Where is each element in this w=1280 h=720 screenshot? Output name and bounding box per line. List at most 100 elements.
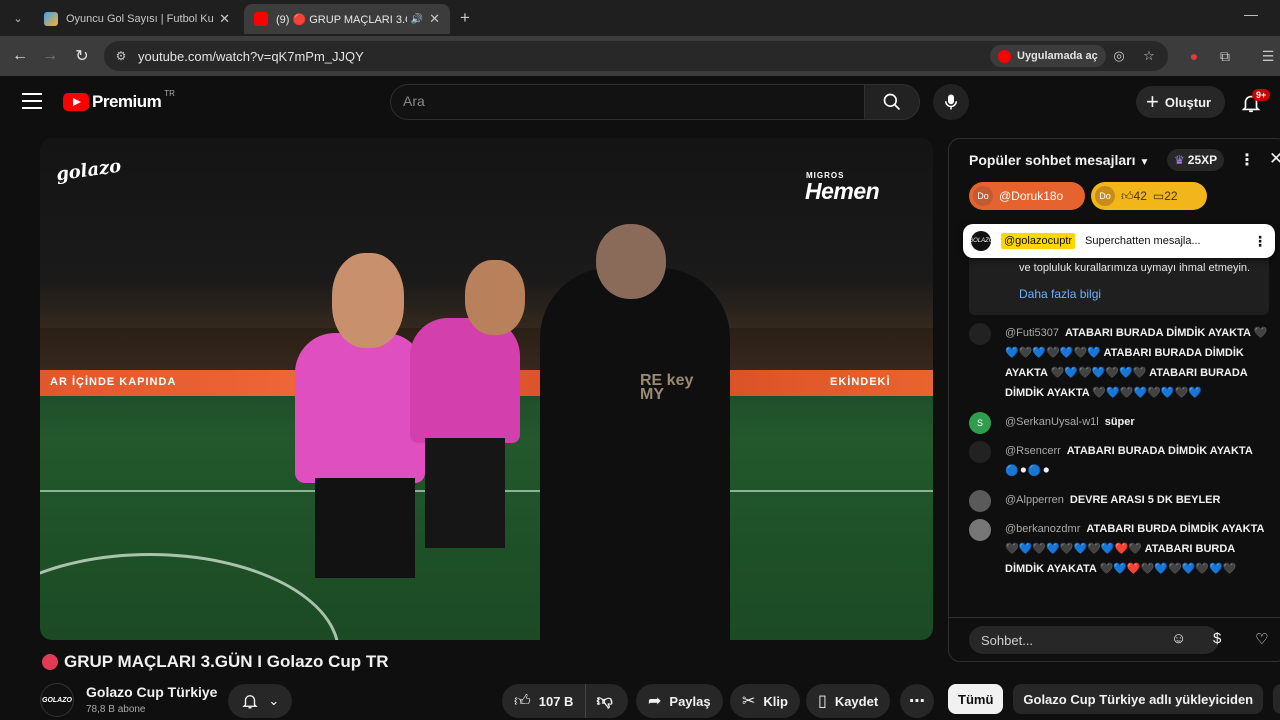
xp-badge[interactable]: ♛ 25XP: [1167, 149, 1225, 171]
bookmark-icon: ▯: [818, 693, 827, 710]
crown-icon: ♛: [1174, 153, 1185, 167]
chat-menu-kebab-icon[interactable]: ⋮: [1239, 150, 1255, 170]
search-icon: [883, 93, 901, 111]
related-filter-chips: Tümü Golazo Cup Türkiye adlı yükleyicide…: [948, 684, 1280, 714]
message-author[interactable]: @Alpperren: [1005, 494, 1064, 506]
notice-text: ve topluluk kurallarımıza uymayı ihmal e…: [1019, 262, 1251, 274]
live-red-dot-icon: [42, 654, 58, 670]
pinned-kebab-icon[interactable]: ⋮: [1253, 233, 1267, 250]
side-panel-icon[interactable]: ☰: [1258, 46, 1278, 66]
minimize-icon[interactable]: —: [1244, 6, 1258, 22]
tab-title: Oyuncu Gol Sayısı | Futbol Kulü: [66, 13, 214, 25]
channel-avatar[interactable]: GOLAZO: [40, 683, 74, 717]
user-avatar[interactable]: [969, 441, 991, 463]
chat-message: @Rsencerr ATABARI BURADA DİMDİK AYAKTA 🔵⚫…: [969, 441, 1269, 481]
chip-all[interactable]: Tümü: [948, 684, 1004, 714]
channel-name[interactable]: Golazo Cup Türkiye: [86, 684, 217, 700]
create-label: Oluştur: [1164, 94, 1212, 110]
dislike-button[interactable]: 👎︎: [586, 684, 622, 718]
chat-ticker-row: Do @Doruk18o Do 👍︎ 42 ▭ 22: [969, 182, 1207, 210]
pinned-text: Superchatten mesajla...: [1085, 235, 1201, 247]
user-avatar[interactable]: [969, 323, 991, 345]
message-text: DEVRE ARASI 5 DK BEYLER: [1069, 494, 1221, 506]
menu-hamburger-icon[interactable]: [22, 93, 42, 109]
message-text: süper: [1104, 416, 1135, 428]
coach-head: [596, 224, 666, 299]
like-button[interactable]: 👍︎ 107 B: [502, 684, 587, 718]
tab-search-chevron-icon[interactable]: ⌄: [8, 8, 28, 28]
ticker-avatar: Do: [973, 186, 993, 206]
chat-message: S @SerkanUysal-w1l süper: [969, 412, 1269, 434]
bookmark-star-icon[interactable]: ☆: [1140, 47, 1158, 65]
message-author[interactable]: @berkanozdmr: [1005, 523, 1080, 535]
golazo-watermark-logo: golazo: [54, 155, 123, 186]
super-chat-dollar-icon[interactable]: $: [1213, 630, 1221, 647]
youtube-favicon: [254, 12, 268, 26]
video-player[interactable]: AR İÇİNDE KAPINDA EKİNDEKİ RE key MY gol…: [40, 138, 933, 640]
back-arrow-icon[interactable]: ←: [8, 44, 32, 68]
youtube-app-icon: [998, 49, 1011, 63]
ticker-comments: 22: [1164, 189, 1178, 203]
audio-playing-icon[interactable]: 🔊: [411, 14, 423, 25]
ad-board-text-right: EKİNDEKİ: [830, 376, 891, 388]
voice-search-button[interactable]: [933, 84, 969, 120]
new-tab-icon[interactable]: +: [460, 8, 470, 28]
url-text[interactable]: youtube.com/watch?v=qK7mPm_JJQY: [138, 49, 364, 64]
address-bar[interactable]: ⚙ youtube.com/watch?v=qK7mPm_JJQY Uygula…: [104, 41, 1168, 71]
open-in-app-button[interactable]: Uygulamada aç: [990, 45, 1106, 67]
browser-tab-1[interactable]: Oyuncu Gol Sayısı | Futbol Kulü ✕: [34, 4, 240, 34]
search-input[interactable]: [403, 93, 843, 109]
close-chat-icon[interactable]: ✕: [1269, 149, 1280, 169]
user-avatar[interactable]: [969, 519, 991, 541]
pinned-message-banner[interactable]: GOLAZO @golazocuptr Superchatten mesajla…: [963, 224, 1275, 258]
like-count: 107 B: [538, 693, 574, 709]
comment-icon: ▭: [1152, 189, 1165, 203]
microphone-icon: [945, 94, 957, 110]
message-author[interactable]: @Rsencerr: [1005, 445, 1061, 457]
extension-red-icon[interactable]: ●: [1184, 46, 1204, 66]
user-avatar[interactable]: S: [969, 412, 991, 434]
browser-tab-2-active[interactable]: (9) 🔴 GRUP MAÇLARI 3.GÜ 🔊 ✕: [244, 4, 450, 34]
logo-wordmark: Premium: [92, 92, 162, 111]
more-actions-icon[interactable]: ⋯: [900, 684, 934, 718]
pinned-author[interactable]: @golazocuptr: [1001, 233, 1076, 249]
reload-icon[interactable]: ↻: [70, 44, 94, 68]
ticker-item[interactable]: Do 👍︎ 42 ▭ 22: [1091, 182, 1207, 210]
ticker-item[interactable]: Do @Doruk18o: [969, 182, 1085, 210]
chip-uploader[interactable]: Golazo Cup Türkiye adlı yükleyiciden: [1013, 684, 1264, 714]
ticker-likes: 42: [1133, 189, 1147, 203]
user-avatar[interactable]: [969, 490, 991, 512]
site-settings-icon[interactable]: ⚙: [112, 47, 130, 65]
hoodie-print: RE key MY: [640, 372, 694, 403]
eye-off-icon[interactable]: ◎: [1110, 47, 1128, 65]
chat-messages: @Futi5307 ATABARI BURADA DİMDİK AYAKTA 🖤💙…: [969, 323, 1269, 588]
message-author[interactable]: @Futi5307: [1005, 327, 1059, 339]
search-button[interactable]: [864, 84, 920, 120]
chip-more[interactable]: D: [1273, 684, 1280, 714]
referee-right-head: [465, 260, 525, 335]
thumbs-up-icon: 👍︎: [514, 692, 531, 710]
country-code: TR: [164, 88, 175, 98]
create-button[interactable]: + Oluştur: [1136, 86, 1226, 118]
save-button[interactable]: ▯ Kaydet: [806, 684, 891, 718]
youtube-premium-logo[interactable]: Premium TR: [63, 88, 175, 112]
heart-icon[interactable]: ♡: [1255, 630, 1268, 648]
clip-button[interactable]: ✂ Klip: [730, 684, 800, 718]
referee-right-shorts: [425, 438, 505, 548]
learn-more-link[interactable]: Daha fazla bilgi: [1019, 287, 1101, 301]
share-button[interactable]: ➦ Paylaş: [636, 684, 723, 718]
share-arrow-icon: ➦: [648, 693, 662, 710]
message-author[interactable]: @SerkanUysal-w1l: [1005, 416, 1099, 428]
close-tab-icon[interactable]: ✕: [429, 11, 440, 27]
subscription-bell-button[interactable]: ⌄: [228, 684, 292, 718]
forward-arrow-icon[interactable]: →: [38, 44, 62, 68]
extensions-puzzle-icon[interactable]: ⧉: [1215, 46, 1235, 66]
tab-title: (9) 🔴 GRUP MAÇLARI 3.GÜ: [276, 13, 407, 26]
clip-label: Klip: [763, 693, 788, 709]
chat-mode-dropdown[interactable]: Popüler sohbet mesajları ▼: [969, 152, 1149, 168]
close-tab-icon[interactable]: ✕: [219, 11, 230, 27]
pinned-author-avatar: GOLAZO: [969, 231, 994, 251]
tab-favicon: [44, 12, 58, 26]
emoji-icon[interactable]: ☺: [1171, 630, 1186, 647]
chevron-down-icon: ⌄: [268, 693, 280, 708]
